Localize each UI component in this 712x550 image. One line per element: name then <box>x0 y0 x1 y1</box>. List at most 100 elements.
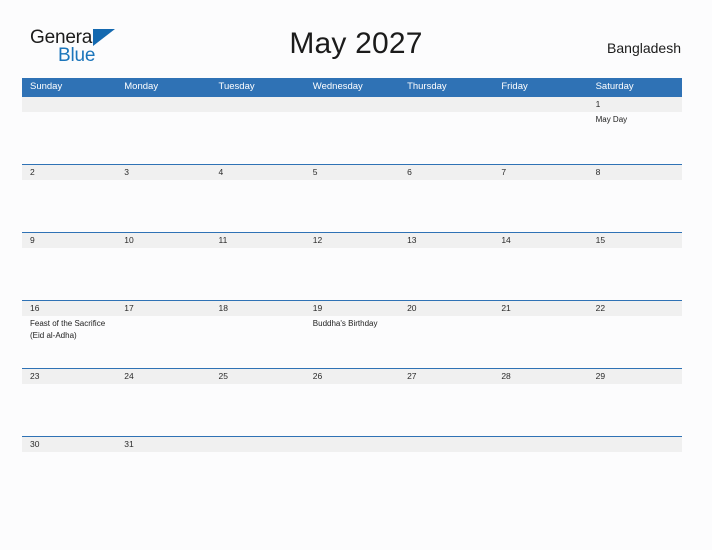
weekday-header-row: Sunday Monday Tuesday Wednesday Thursday… <box>22 78 682 96</box>
day-number[interactable] <box>588 437 682 452</box>
day-event[interactable] <box>493 316 587 368</box>
day-event[interactable]: Feast of the Sacrifice (Eid al-Adha) <box>22 316 116 368</box>
country-label: Bangladesh <box>607 40 681 56</box>
day-event[interactable] <box>22 384 116 436</box>
day-number[interactable] <box>211 437 305 452</box>
day-number[interactable] <box>116 97 210 112</box>
day-event[interactable] <box>493 112 587 164</box>
day-number[interactable]: 18 <box>211 301 305 316</box>
day-number[interactable]: 12 <box>305 233 399 248</box>
day-event[interactable] <box>305 180 399 232</box>
day-number[interactable] <box>211 97 305 112</box>
day-event[interactable] <box>399 180 493 232</box>
day-number[interactable]: 5 <box>305 165 399 180</box>
day-event[interactable] <box>22 112 116 164</box>
day-event[interactable] <box>22 248 116 300</box>
day-number[interactable] <box>305 97 399 112</box>
week-event-band <box>22 384 682 436</box>
day-event[interactable] <box>588 316 682 368</box>
week-event-band: Feast of the Sacrifice (Eid al-Adha) Bud… <box>22 316 682 368</box>
day-number[interactable] <box>493 97 587 112</box>
day-event[interactable] <box>493 452 587 504</box>
day-event[interactable] <box>211 180 305 232</box>
calendar-week-row: 2 3 4 5 6 7 8 <box>22 164 682 232</box>
day-number[interactable] <box>22 97 116 112</box>
day-number[interactable]: 31 <box>116 437 210 452</box>
day-event[interactable] <box>493 180 587 232</box>
day-event[interactable] <box>211 248 305 300</box>
week-date-band: 9 10 11 12 13 14 15 <box>22 233 682 248</box>
day-number[interactable]: 9 <box>22 233 116 248</box>
day-event[interactable] <box>211 384 305 436</box>
day-event[interactable] <box>116 180 210 232</box>
day-number[interactable]: 13 <box>399 233 493 248</box>
day-event[interactable] <box>399 112 493 164</box>
day-number[interactable]: 27 <box>399 369 493 384</box>
calendar-week-row: 1 May Day <box>22 96 682 164</box>
day-number[interactable]: 15 <box>588 233 682 248</box>
day-number[interactable]: 21 <box>493 301 587 316</box>
day-number[interactable]: 4 <box>211 165 305 180</box>
day-number[interactable]: 17 <box>116 301 210 316</box>
day-event[interactable] <box>305 452 399 504</box>
day-event[interactable] <box>305 112 399 164</box>
day-number[interactable]: 19 <box>305 301 399 316</box>
day-event[interactable] <box>116 112 210 164</box>
weekday-header-monday: Monday <box>124 81 159 92</box>
day-number[interactable]: 30 <box>22 437 116 452</box>
day-event[interactable] <box>116 316 210 368</box>
day-number[interactable]: 14 <box>493 233 587 248</box>
calendar-week-row: 23 24 25 26 27 28 29 <box>22 368 682 436</box>
day-number[interactable]: 3 <box>116 165 210 180</box>
day-number[interactable] <box>305 437 399 452</box>
day-event[interactable] <box>22 180 116 232</box>
day-event[interactable] <box>22 452 116 504</box>
day-event[interactable] <box>305 248 399 300</box>
week-event-band <box>22 452 682 504</box>
weekday-header-sunday: Sunday <box>30 81 63 92</box>
day-event[interactable]: May Day <box>588 112 682 164</box>
day-event[interactable]: Buddha's Birthday <box>305 316 399 368</box>
page-title: May 2027 <box>289 27 423 60</box>
day-event[interactable] <box>493 384 587 436</box>
day-number[interactable]: 6 <box>399 165 493 180</box>
day-number[interactable]: 7 <box>493 165 587 180</box>
day-event[interactable] <box>116 248 210 300</box>
day-event[interactable] <box>211 452 305 504</box>
weekday-header-wednesday: Wednesday <box>312 81 363 92</box>
day-number[interactable]: 8 <box>588 165 682 180</box>
day-event[interactable] <box>588 452 682 504</box>
day-number[interactable]: 11 <box>211 233 305 248</box>
day-number[interactable]: 2 <box>22 165 116 180</box>
day-number[interactable] <box>399 437 493 452</box>
day-number[interactable] <box>399 97 493 112</box>
page-header: General Blue May 2027 Bangladesh <box>0 0 712 65</box>
day-event[interactable] <box>116 384 210 436</box>
day-event[interactable] <box>211 316 305 368</box>
day-event[interactable] <box>399 248 493 300</box>
day-event[interactable] <box>116 452 210 504</box>
day-event[interactable] <box>588 180 682 232</box>
day-event[interactable] <box>399 384 493 436</box>
day-event[interactable] <box>399 316 493 368</box>
day-number[interactable]: 25 <box>211 369 305 384</box>
day-event[interactable] <box>588 248 682 300</box>
day-number[interactable]: 22 <box>588 301 682 316</box>
day-number[interactable]: 20 <box>399 301 493 316</box>
day-number[interactable]: 1 <box>588 97 682 112</box>
day-event[interactable] <box>305 384 399 436</box>
day-event[interactable] <box>399 452 493 504</box>
calendar-week-row: 9 10 11 12 13 14 15 <box>22 232 682 300</box>
week-event-band <box>22 180 682 232</box>
day-event[interactable] <box>588 384 682 436</box>
day-number[interactable]: 16 <box>22 301 116 316</box>
day-number[interactable] <box>493 437 587 452</box>
day-number[interactable]: 24 <box>116 369 210 384</box>
day-event[interactable] <box>493 248 587 300</box>
day-number[interactable]: 29 <box>588 369 682 384</box>
day-number[interactable]: 10 <box>116 233 210 248</box>
day-number[interactable]: 23 <box>22 369 116 384</box>
day-event[interactable] <box>211 112 305 164</box>
day-number[interactable]: 28 <box>493 369 587 384</box>
day-number[interactable]: 26 <box>305 369 399 384</box>
